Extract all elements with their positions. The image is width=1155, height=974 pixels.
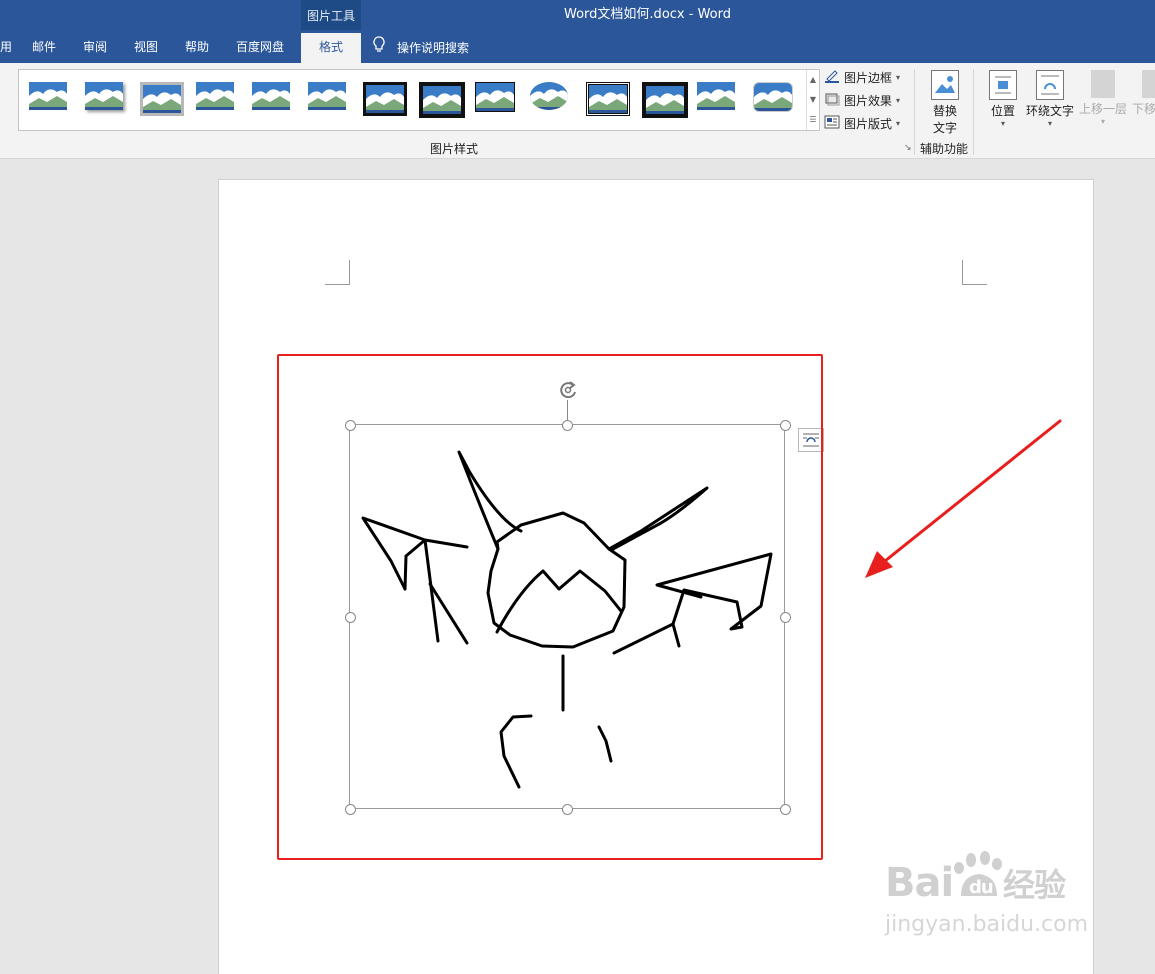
- picture-border-label: 图片边框: [844, 71, 893, 85]
- svg-text:Bai: Bai: [885, 860, 953, 906]
- picture-style-preview-icon: [418, 82, 465, 118]
- gallery-scroll: ▲ ▼ ☰: [806, 70, 819, 130]
- alt-text-label-1: 替换: [932, 104, 957, 118]
- wrap-text-label: 环绕文字: [1025, 104, 1074, 118]
- picture-style-preview-icon: [697, 82, 736, 110]
- tell-me-search[interactable]: 操作说明搜索: [373, 33, 469, 63]
- picture-effects-button[interactable]: 图片效果 ▾: [824, 92, 900, 109]
- picture-styles-group-label: 图片样式: [430, 142, 479, 156]
- position-icon: [989, 70, 1017, 100]
- margin-corner-top-left: [325, 260, 350, 285]
- picture-style-preview-icon: [753, 82, 794, 112]
- separator: [973, 69, 974, 155]
- picture-style-preview-icon: [307, 82, 346, 110]
- tab-mailings-partial[interactable]: 用: [0, 33, 12, 63]
- tell-me-label: 操作说明搜索: [397, 41, 470, 55]
- alt-text-label-2: 文字: [932, 121, 957, 135]
- send-backward-button[interactable]: 下移: [1132, 70, 1155, 117]
- wrap-text-button[interactable]: 环绕文字 ▾: [1025, 70, 1075, 128]
- picture-style-preview-icon: [251, 82, 290, 110]
- watermark-logo: Bai du 经验: [885, 848, 1088, 918]
- accessibility-group-label: 辅助功能: [920, 142, 969, 156]
- separator: [914, 69, 915, 155]
- picture-style-preview-icon: [641, 82, 688, 118]
- picture-style-option[interactable]: [83, 80, 125, 116]
- bring-forward-icon: [1091, 70, 1115, 98]
- gallery-more-button[interactable]: ☰: [807, 110, 819, 130]
- tab-format[interactable]: 格式: [301, 33, 361, 63]
- svg-text:du: du: [969, 877, 993, 898]
- picture-style-option[interactable]: [640, 80, 688, 118]
- ribbon: ▲ ▼ ☰ 图片边框 ▾ 图片效果 ▾ 图片版式 ▾ 图片样式 ↘ 替换 文字 …: [0, 63, 1155, 159]
- picture-style-option[interactable]: [695, 80, 737, 116]
- annotation-arrow-icon: [865, 419, 1062, 578]
- picture-style-option[interactable]: [361, 80, 408, 116]
- watermark-url: jingyan.baidu.com: [885, 912, 1089, 937]
- send-backward-icon: [1142, 70, 1155, 98]
- gallery-down-button[interactable]: ▼: [807, 90, 819, 110]
- alt-text-icon: [931, 70, 959, 100]
- tab-help[interactable]: 帮助: [185, 33, 209, 63]
- picture-style-option[interactable]: [306, 80, 348, 116]
- picture-style-option[interactable]: [194, 80, 236, 116]
- layout-icon: [824, 115, 840, 132]
- send-backward-label: 下移: [1132, 102, 1155, 116]
- picture-style-option[interactable]: [473, 80, 515, 116]
- picture-style-preview-icon: [530, 82, 569, 110]
- picture-styles-gallery: ▲ ▼ ☰: [18, 69, 820, 131]
- position-button[interactable]: 位置 ▾: [986, 70, 1020, 128]
- picture-style-preview-icon: [84, 82, 123, 110]
- picture-style-option[interactable]: [138, 80, 185, 116]
- picture-style-option[interactable]: [751, 80, 794, 116]
- picture-effects-label: 图片效果: [844, 94, 893, 108]
- baidu-jingyan-watermark: Bai du 经验 jingyan.baidu.com: [885, 848, 1088, 937]
- picture-layout-button[interactable]: 图片版式 ▾: [824, 115, 900, 132]
- picture-style-option[interactable]: [584, 80, 630, 116]
- gallery-up-button[interactable]: ▲: [807, 70, 819, 90]
- alt-text-button[interactable]: 替换 文字: [926, 70, 964, 136]
- picture-style-preview-icon: [474, 82, 515, 112]
- effects-icon: [824, 92, 840, 109]
- pen-border-icon: [824, 69, 840, 86]
- svg-text:经验: 经验: [1003, 866, 1066, 904]
- picture-style-preview-icon: [196, 82, 235, 110]
- picture-style-preview-icon: [140, 82, 185, 116]
- tab-mailings[interactable]: 邮件: [32, 33, 56, 63]
- picture-style-preview-icon: [29, 82, 67, 110]
- wrap-text-icon: [1036, 70, 1064, 100]
- bring-forward-button[interactable]: 上移一层 ▾: [1078, 70, 1128, 126]
- picture-style-option[interactable]: [417, 80, 465, 118]
- dialog-launcher-icon[interactable]: ↘: [904, 143, 912, 153]
- highlight-box: [277, 354, 823, 860]
- margin-corner-top-right: [962, 260, 987, 285]
- bring-forward-label: 上移一层: [1078, 102, 1127, 116]
- picture-style-option[interactable]: [528, 80, 570, 116]
- picture-style-preview-icon: [363, 82, 408, 116]
- picture-style-option[interactable]: [27, 80, 69, 116]
- lightbulb-icon: [373, 34, 385, 62]
- picture-style-preview-icon: [586, 82, 630, 116]
- window-title: Word文档如何.docx - Word: [564, 7, 731, 22]
- tab-baidu-netdisk[interactable]: 百度网盘: [236, 33, 284, 63]
- picture-layout-label: 图片版式: [844, 117, 893, 131]
- position-label: 位置: [990, 104, 1015, 118]
- tab-review[interactable]: 审阅: [83, 33, 107, 63]
- picture-border-button[interactable]: 图片边框 ▾: [824, 69, 900, 86]
- picture-style-option[interactable]: [250, 80, 292, 116]
- tab-view[interactable]: 视图: [134, 33, 158, 63]
